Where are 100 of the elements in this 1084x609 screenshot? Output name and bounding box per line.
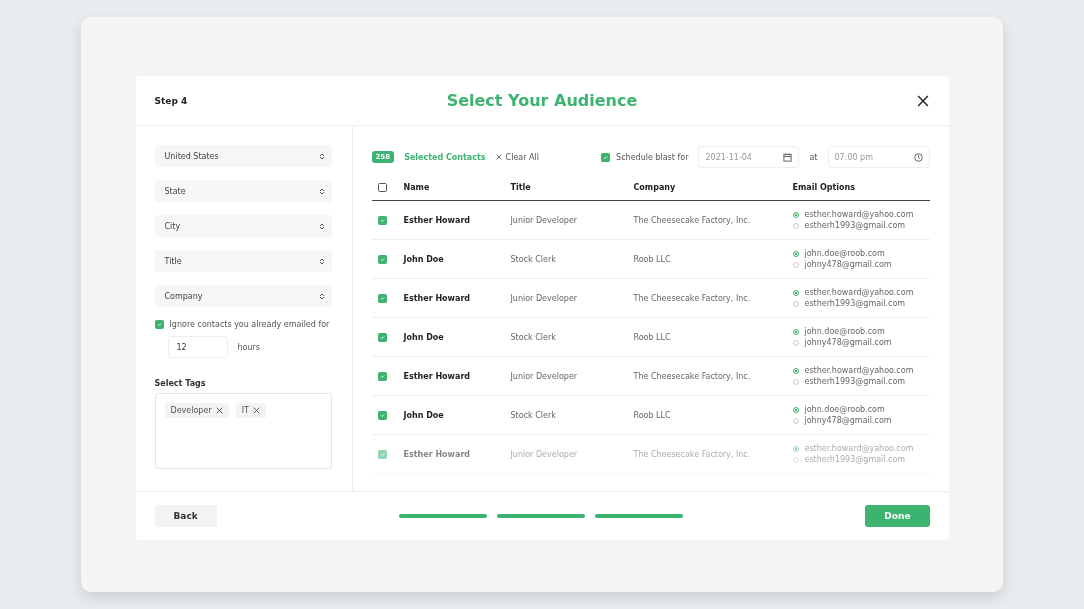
row-checkbox[interactable] <box>377 410 387 420</box>
title-cell-text: Stock Clerk <box>510 410 557 420</box>
check-icon <box>379 334 385 340</box>
contact-name: John Doe <box>403 332 445 342</box>
tags-field[interactable]: Developer IT <box>154 393 332 469</box>
row-checkbox[interactable] <box>377 332 387 342</box>
radio-button[interactable] <box>792 328 799 335</box>
title-cell-text: Junior Developer <box>510 215 579 225</box>
close-icon <box>252 407 260 414</box>
hours-label: hours <box>237 342 260 352</box>
at-label: at <box>809 152 818 162</box>
email-option: esther.howard@yahoo.com <box>804 210 914 219</box>
email-option: estherh1993@gmail.com <box>804 455 906 464</box>
filter-dropdown[interactable]: Title <box>154 250 332 272</box>
schedule-label: Schedule blast for <box>616 152 689 162</box>
calendar-icon <box>783 152 793 162</box>
company-cell-text: The Cheesecake Factory, Inc. <box>633 449 752 459</box>
clear-all-button[interactable]: Clear All <box>495 152 539 162</box>
radio-button[interactable] <box>792 445 799 452</box>
company-cell-text: The Cheesecake Factory, Inc. <box>633 215 752 225</box>
title-cell-text: Junior Developer <box>510 371 579 381</box>
column-header: Company <box>633 182 677 192</box>
email-option: john.doe@roob.com <box>804 249 885 258</box>
back-button[interactable]: Back <box>154 505 217 527</box>
count-label: Selected Contacts <box>404 152 486 162</box>
row-checkbox[interactable] <box>377 293 387 303</box>
tag[interactable]: Developer <box>164 403 229 418</box>
row-checkbox[interactable] <box>377 254 387 264</box>
dialog-title: Select Your Audience <box>446 91 638 110</box>
updown-icon <box>319 292 324 300</box>
tag[interactable]: IT <box>235 403 266 418</box>
radio-button[interactable] <box>792 300 799 307</box>
tags-label: Select Tags <box>154 379 207 388</box>
check-icon <box>379 295 385 301</box>
company-cell-text: The Cheesecake Factory, Inc. <box>633 293 752 303</box>
column-header: Email Options <box>792 182 856 192</box>
email-option: esther.howard@yahoo.com <box>804 288 914 297</box>
check-icon <box>379 217 385 223</box>
radio-button[interactable] <box>792 378 799 385</box>
radio-button[interactable] <box>792 250 799 257</box>
contact-name: Esther Howard <box>403 371 472 381</box>
column-header: Name <box>403 182 431 192</box>
contact-name: Esther Howard <box>403 449 472 459</box>
filter-dropdown[interactable]: United States <box>154 145 332 167</box>
email-option: johny478@gmail.com <box>804 416 892 425</box>
filter-dropdown[interactable]: State <box>154 180 332 202</box>
title-cell-text: Stock Clerk <box>510 254 557 264</box>
close-icon <box>215 407 223 414</box>
email-option: estherh1993@gmail.com <box>804 299 906 308</box>
radio-button[interactable] <box>792 261 799 268</box>
radio-button[interactable] <box>792 289 799 296</box>
ignore-label: Ignore contacts you already emailed for <box>169 320 330 329</box>
check-icon <box>379 373 385 379</box>
check-icon <box>156 322 162 327</box>
radio-button[interactable] <box>792 211 799 218</box>
company-cell-text: Roob LLC <box>633 332 672 342</box>
contact-name: Esther Howard <box>403 215 472 225</box>
filter-dropdown[interactable]: Company <box>154 285 332 307</box>
email-option: estherh1993@gmail.com <box>804 377 906 386</box>
row-checkbox[interactable] <box>377 215 387 225</box>
radio-button[interactable] <box>792 417 799 424</box>
updown-icon <box>319 152 324 160</box>
row-checkbox[interactable] <box>377 449 387 459</box>
company-cell-text: Roob LLC <box>633 254 672 264</box>
email-option: john.doe@roob.com <box>804 327 885 336</box>
radio-button[interactable] <box>792 406 799 413</box>
check-icon <box>379 412 385 418</box>
updown-icon <box>319 222 324 230</box>
filter-dropdown[interactable]: City <box>154 215 332 237</box>
check-icon <box>379 256 385 262</box>
check-icon <box>379 451 385 457</box>
contact-name: John Doe <box>403 254 445 264</box>
email-option: john.doe@roob.com <box>804 405 885 414</box>
contact-name: John Doe <box>403 410 445 420</box>
title-cell-text: Junior Developer <box>510 449 579 459</box>
checkbox[interactable] <box>154 320 164 329</box>
updown-icon <box>319 257 324 265</box>
contact-name: Esther Howard <box>403 293 472 303</box>
title-cell-text: Stock Clerk <box>510 332 557 342</box>
select-all-checkbox[interactable] <box>377 182 387 192</box>
checkbox[interactable] <box>601 152 611 162</box>
radio-button[interactable] <box>792 367 799 374</box>
step-label: Step 4 <box>154 95 189 106</box>
email-option: estherh1993@gmail.com <box>804 221 906 230</box>
close-icon <box>495 154 502 160</box>
updown-icon <box>319 187 324 195</box>
email-option: esther.howard@yahoo.com <box>804 366 914 375</box>
email-option: johny478@gmail.com <box>804 338 892 347</box>
radio-button[interactable] <box>792 222 799 229</box>
company-cell-text: Roob LLC <box>633 410 672 420</box>
close-button[interactable] <box>915 93 930 108</box>
clock-icon <box>913 152 923 162</box>
check-icon <box>603 154 609 160</box>
company-cell-text: The Cheesecake Factory, Inc. <box>633 371 752 381</box>
title-cell-text: Junior Developer <box>510 293 579 303</box>
hours-input[interactable]: 12 <box>167 336 228 358</box>
row-checkbox[interactable] <box>377 371 387 381</box>
column-header: Title <box>510 182 532 192</box>
email-option: esther.howard@yahoo.com <box>804 444 914 453</box>
radio-button[interactable] <box>792 339 799 346</box>
